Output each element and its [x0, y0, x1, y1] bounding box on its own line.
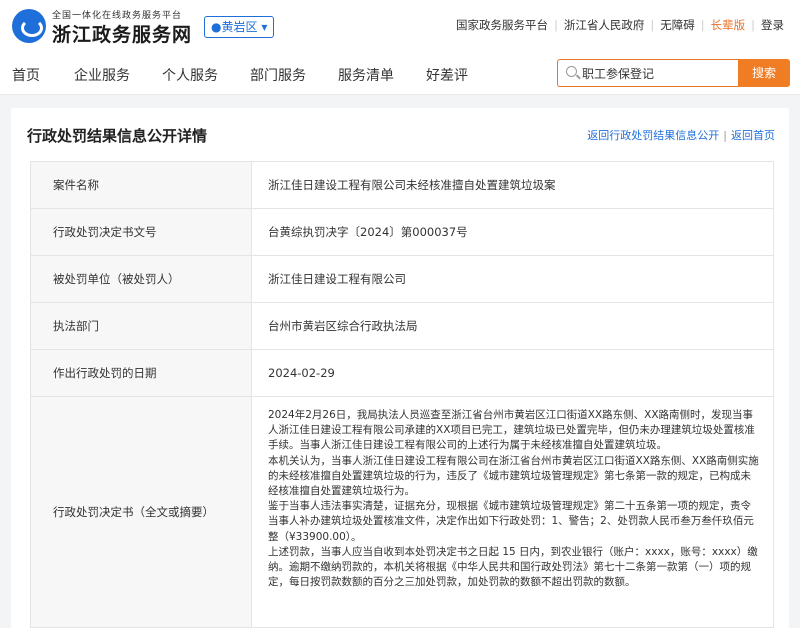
search-button[interactable]: 搜索 [738, 59, 790, 87]
row-value: 台黄综执罚决字〔2024〕第000037号 [252, 209, 774, 255]
decision-text: 2024年2月26日，我局执法人员巡查至浙江省台州市黄岩区江口街道XX路东侧、X… [268, 408, 761, 590]
nav-enterprise[interactable]: 企业服务 [74, 65, 130, 85]
top-links: 国家政务服务平台 | 浙江省人民政府 | 无障碍 | 长辈版 | 登录 [450, 17, 790, 33]
location-pin-icon: ● [211, 20, 222, 34]
nav-personal[interactable]: 个人服务 [162, 65, 218, 85]
decision-paragraph: 2024年2月26日，我局执法人员巡查至浙江省台州市黄岩区江口街道XX路东侧、X… [268, 409, 755, 452]
decision-paragraph: 鉴于当事人违法事实清楚，证据充分，现根据《城市建筑垃圾管理规定》第二十五条第一项… [268, 500, 754, 543]
link-login[interactable]: 登录 [755, 17, 790, 33]
link-elder-mode[interactable]: 长辈版 [705, 17, 752, 33]
back-to-list-link[interactable]: 返回行政处罚结果信息公开 [587, 129, 719, 142]
table-row-full-text: 行政处罚决定书（全文或摘要） 2024年2月26日，我局执法人员巡查至浙江省台州… [30, 397, 774, 628]
panel-links: 返回行政处罚结果信息公开 | 返回首页 [587, 127, 775, 143]
detail-table: 案件名称 浙江佳日建设工程有限公司未经核准擅自处置建筑垃圾案 行政处罚决定书文号… [30, 161, 774, 628]
nav-department[interactable]: 部门服务 [250, 65, 306, 85]
decision-paragraph: 上述罚款，当事人应当自收到本处罚决定书之日起 15 日内，到农业银行（账户：xx… [268, 545, 758, 589]
link-national-platform[interactable]: 国家政务服务平台 [450, 17, 554, 33]
region-selector[interactable]: ●黄岩区 ▾ [204, 16, 275, 38]
table-row: 行政处罚决定书文号 台黄综执罚决字〔2024〕第000037号 [30, 209, 774, 256]
row-label: 行政处罚决定书（全文或摘要） [30, 397, 252, 627]
page-title: 行政处罚结果信息公开详情 [27, 127, 208, 145]
logo-icon[interactable] [12, 9, 46, 43]
table-row: 执法部门 台州市黄岩区综合行政执法局 [30, 303, 774, 350]
divider: | [723, 129, 727, 142]
detail-panel: 行政处罚结果信息公开详情 返回行政处罚结果信息公开 | 返回首页 案件名称 浙江佳日… [11, 108, 789, 628]
link-zhejiang-gov[interactable]: 浙江省人民政府 [558, 17, 651, 33]
top-header: 全国一体化在线政务服务平台 浙江政务服务网 ●黄岩区 ▾ 国家政务服务平台 | … [0, 0, 800, 54]
link-accessibility[interactable]: 无障碍 [654, 17, 701, 33]
row-label: 行政处罚决定书文号 [30, 209, 252, 255]
row-label: 案件名称 [30, 162, 252, 208]
table-row: 作出行政处罚的日期 2024-02-29 [30, 350, 774, 397]
region-label: 黄岩区 [221, 20, 258, 34]
row-label: 被处罚单位（被处罚人） [30, 256, 252, 302]
search-box [557, 59, 738, 87]
nav-service-list[interactable]: 服务清单 [338, 65, 394, 85]
nav-feedback[interactable]: 好差评 [426, 65, 468, 85]
decision-paragraph: 本机关认为，当事人浙江佳日建设工程有限公司在浙江省台州市黄岩区江口街道XX路东侧… [268, 454, 759, 498]
search-input[interactable] [582, 60, 732, 86]
row-value: 2024-02-29 [252, 350, 774, 396]
nav-home[interactable]: 首页 [12, 65, 40, 85]
row-label: 执法部门 [30, 303, 252, 349]
table-row: 案件名称 浙江佳日建设工程有限公司未经核准擅自处置建筑垃圾案 [30, 162, 774, 209]
search-icon [566, 66, 577, 77]
row-value: 台州市黄岩区综合行政执法局 [252, 303, 774, 349]
caret-down-icon: ▾ [257, 20, 268, 34]
full-text-cell: 2024年2月26日，我局执法人员巡查至浙江省台州市黄岩区江口街道XX路东侧、X… [252, 397, 774, 627]
back-home-link[interactable]: 返回首页 [731, 129, 775, 142]
table-row: 被处罚单位（被处罚人） 浙江佳日建设工程有限公司 [30, 256, 774, 303]
row-value: 浙江佳日建设工程有限公司未经核准擅自处置建筑垃圾案 [252, 162, 774, 208]
row-label: 作出行政处罚的日期 [30, 350, 252, 396]
logo-title[interactable]: 浙江政务服务网 [52, 20, 192, 47]
row-value: 浙江佳日建设工程有限公司 [252, 256, 774, 302]
